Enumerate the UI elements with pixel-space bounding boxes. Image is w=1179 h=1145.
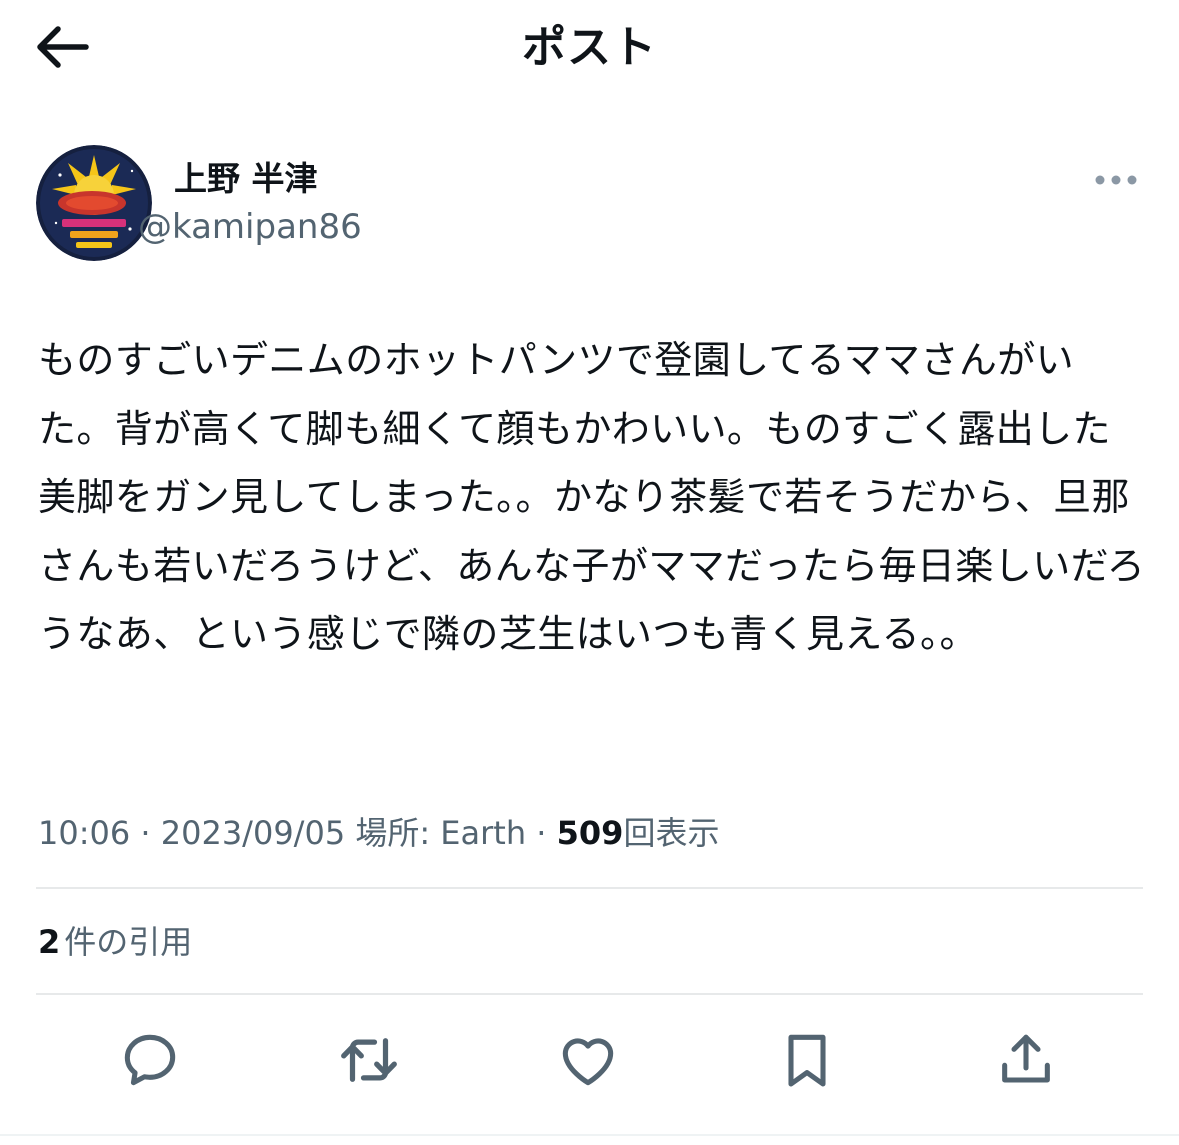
divider: [36, 887, 1143, 889]
bookmark-button[interactable]: [769, 1022, 845, 1098]
divider: [36, 993, 1143, 995]
tweet-time[interactable]: 10:06: [38, 814, 130, 852]
heart-icon: [562, 1038, 614, 1086]
bottom-divider: [0, 1134, 1179, 1136]
tweet-location: 場所: Earth: [355, 814, 527, 852]
more-options-button[interactable]: [1088, 160, 1144, 200]
views-count: 509: [556, 814, 624, 852]
avatar[interactable]: [36, 145, 152, 261]
quote-label: 件の引用: [64, 923, 193, 961]
avatar-illustration: [36, 145, 152, 261]
reply-icon: [124, 1034, 176, 1086]
views-label: 回表示: [623, 814, 720, 852]
quote-count: 2: [38, 923, 61, 961]
share-icon: [1002, 1034, 1050, 1083]
more-dots-icon: [1095, 175, 1137, 185]
share-button[interactable]: [988, 1022, 1064, 1098]
tweet-text: ものすごいデニムのホットパンツで登園してるママさんがいた。背が高くて脚も細くて顔…: [38, 338, 1146, 657]
meta-separator: ·: [536, 814, 547, 852]
quote-count-link[interactable]: 2 件の引用: [38, 918, 192, 966]
retweet-icon: [341, 1038, 397, 1082]
like-button[interactable]: [550, 1022, 626, 1098]
page-title: ポスト: [522, 22, 657, 73]
bookmark-icon: [788, 1034, 826, 1087]
top-bar: ポスト: [0, 0, 1179, 100]
user-handle[interactable]: @kamipan86: [138, 204, 362, 250]
meta-separator: ·: [140, 814, 151, 852]
tweet-meta: 10:06 · 2023/09/05 場所: Earth · 509回表示: [38, 808, 719, 858]
tweet-date[interactable]: 2023/09/05: [161, 814, 345, 852]
display-name[interactable]: 上野 半津: [174, 157, 318, 201]
retweet-button[interactable]: [331, 1022, 407, 1098]
reply-button[interactable]: [112, 1022, 188, 1098]
